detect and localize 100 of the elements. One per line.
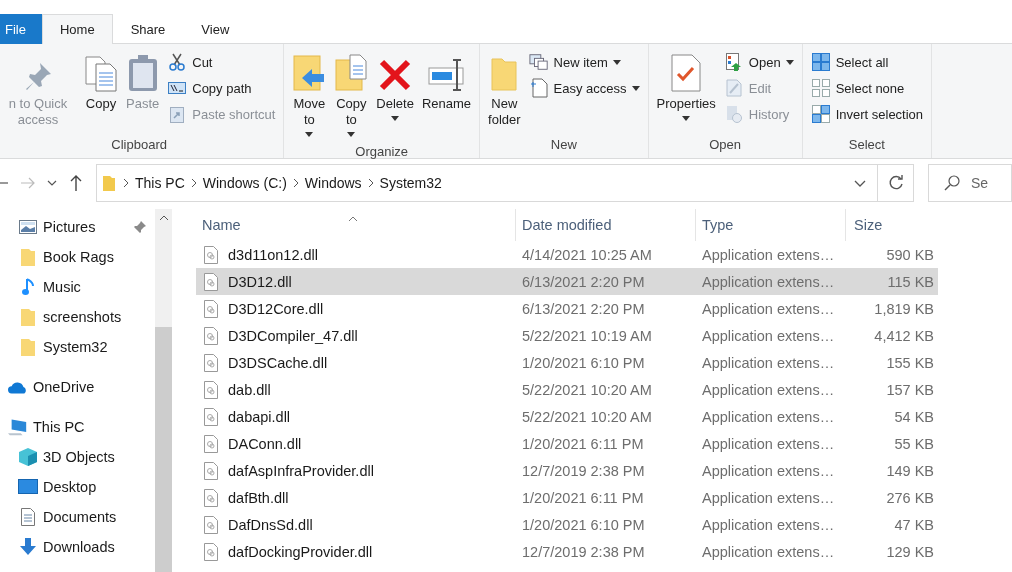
ribbon-tab[interactable]: Home <box>41 14 113 44</box>
chevron-icon <box>292 178 299 188</box>
file-icon <box>204 380 218 399</box>
type-cell-text: Application extens… <box>701 299 836 319</box>
ribbon-button[interactable]: Open <box>720 50 797 74</box>
nav-item[interactable]: Desktop <box>0 472 155 502</box>
size-cell-text: 157 KB <box>885 380 935 400</box>
scissors-icon <box>169 53 186 71</box>
ribbon-button[interactable]: Select all <box>807 50 927 74</box>
new-item-icon <box>528 53 549 71</box>
nav-item[interactable]: Documents <box>0 502 155 532</box>
ribbon-button[interactable]: Copy to <box>331 48 372 141</box>
date-cell-text: 12/7/2019 2:38 PM <box>521 461 646 481</box>
file-name-cell[interactable]: DAConn.dll <box>196 430 516 457</box>
breadcrumb[interactable]: This PC <box>129 175 191 191</box>
column-header[interactable]: Type <box>696 209 846 241</box>
ribbon-button[interactable]: Copy <box>81 48 121 134</box>
file-name-cell[interactable]: D3D12.dll <box>196 268 516 295</box>
nav-item[interactable]: OneDrive <box>0 372 155 402</box>
folder-icon <box>21 308 35 326</box>
type-cell-text: Application extens… <box>701 434 836 454</box>
file-name-cell[interactable]: D3D12Core.dll <box>196 295 516 322</box>
ribbon-button[interactable]: Rename <box>418 48 475 141</box>
forward-arrow-icon <box>21 177 35 189</box>
scrollbar[interactable] <box>155 209 172 572</box>
documents-icon <box>84 56 118 92</box>
cloud-icon <box>8 380 28 394</box>
column-header[interactable]: Date modified <box>516 209 696 241</box>
file-icon <box>204 245 218 264</box>
date-cell-text: 1/20/2021 6:10 PM <box>521 515 646 535</box>
open-icon <box>725 53 742 71</box>
caret-icon <box>612 59 621 65</box>
date-cell-text: 1/20/2021 6:11 PM <box>521 488 645 508</box>
date-cell-text: 6/13/2021 2:20 PM <box>521 299 646 319</box>
ribbon-tab[interactable]: View <box>183 14 248 44</box>
ribbon-button[interactable]: Select none <box>807 76 927 100</box>
caret-icon <box>391 116 400 121</box>
date-cell-text: 4/14/2021 10:25 AM <box>521 245 653 265</box>
nav-item[interactable]: Downloads <box>0 532 155 562</box>
ribbon-button[interactable]: Properties <box>653 48 719 134</box>
ribbon-button[interactable]: Delete <box>373 48 417 141</box>
file-name-cell[interactable]: dafAspInfraProvider.dll <box>196 457 516 484</box>
ribbon-tab[interactable]: Share <box>112 14 184 44</box>
chevron-icon <box>123 178 129 188</box>
size-cell-text: 276 KB <box>885 488 935 508</box>
breadcrumb[interactable]: Windows (C:) <box>196 175 293 191</box>
search-field[interactable]: Se <box>928 164 1012 202</box>
ribbon-button[interactable]: Invert selection <box>807 102 927 126</box>
caret-icon <box>682 116 691 121</box>
date-cell-text: 5/22/2021 10:19 AM <box>521 326 653 346</box>
ribbon-button[interactable]: Easy access <box>525 76 643 100</box>
folder-icon <box>21 338 35 356</box>
shortcut-icon <box>170 105 185 123</box>
file-name-cell[interactable]: dab.dll <box>196 376 516 403</box>
edit-icon <box>725 79 742 97</box>
size-cell: 115 KB <box>846 268 938 295</box>
file-name-cell[interactable]: D3DCompiler_47.dll <box>196 322 516 349</box>
ribbon-button[interactable]: Copy path <box>164 76 279 100</box>
file-name-cell[interactable]: d3d11on12.dll <box>196 241 516 268</box>
file-name-cell[interactable]: dafDockingProvider.dll <box>196 538 516 565</box>
file-name-cell[interactable]: DafDnsSd.dll <box>196 511 516 538</box>
history-icon <box>725 105 742 123</box>
nav-item[interactable]: Book Rags <box>0 242 155 272</box>
folder-icon <box>103 175 115 191</box>
ribbon-tab[interactable]: File <box>0 14 42 44</box>
caret-icon <box>305 132 314 137</box>
size-cell-text: 47 KB <box>893 515 935 535</box>
column-header[interactable]: Size <box>846 209 938 241</box>
chevron-icon <box>367 178 374 188</box>
folder-icon <box>490 56 519 92</box>
file-name-cell[interactable]: dafBth.dll <box>196 484 516 511</box>
file-name-cell[interactable]: dabapi.dll <box>196 403 516 430</box>
ribbon-button[interactable]: New folder <box>485 48 524 134</box>
size-cell-text: 129 KB <box>885 542 935 562</box>
nav-item[interactable]: System32 <box>0 332 155 362</box>
breadcrumb[interactable]: Windows <box>298 175 368 191</box>
nav-item[interactable]: This PC <box>0 412 155 442</box>
size-cell-text: 54 KB <box>893 407 935 427</box>
column-header[interactable]: Name <box>196 209 516 241</box>
scrollbar-thumb[interactable] <box>155 327 172 572</box>
file-icon <box>204 272 218 291</box>
music-note-icon <box>22 278 34 296</box>
nav-item[interactable]: screenshots <box>0 302 155 332</box>
ribbon-button[interactable]: Cut <box>164 50 279 74</box>
group-label: New <box>549 136 578 154</box>
path-icon <box>168 82 187 94</box>
computer-icon <box>8 417 28 437</box>
nav-item[interactable]: Pictures <box>0 212 155 242</box>
type-cell-text: Application extens… <box>701 461 836 481</box>
folder-icon <box>21 248 35 266</box>
file-icon <box>204 326 218 345</box>
address-bar[interactable]: This PC Windows (C:) Windows System32 <box>96 164 914 202</box>
picture-icon <box>19 220 37 234</box>
file-name-cell[interactable]: D3DSCache.dll <box>196 349 516 376</box>
ribbon-button[interactable]: New item <box>525 50 643 74</box>
caret-icon <box>347 132 356 137</box>
breadcrumb[interactable]: System32 <box>373 175 448 191</box>
ribbon-button[interactable]: Move to <box>289 48 330 141</box>
nav-item[interactable]: 3D Objects <box>0 442 155 472</box>
nav-item[interactable]: Music <box>0 272 155 302</box>
